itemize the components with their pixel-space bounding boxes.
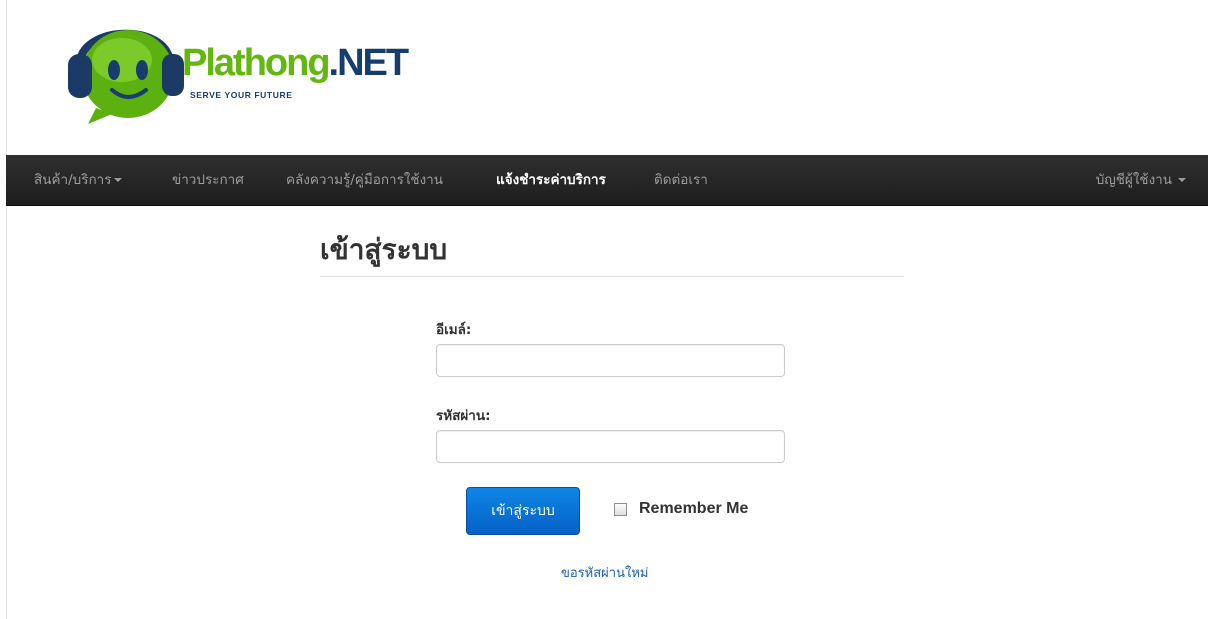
- nav-item-label: บัญชีผู้ใช้งาน: [1095, 172, 1172, 188]
- remember-me-label[interactable]: Remember Me: [639, 500, 748, 518]
- logo-wordmark: Plathong.NET: [182, 42, 410, 84]
- logo-tagline: SERVE YOUR FUTURE: [190, 90, 293, 100]
- caret-down-icon: [1178, 178, 1186, 182]
- password-field[interactable]: [436, 430, 785, 463]
- email-field[interactable]: [436, 344, 785, 377]
- login-button[interactable]: เข้าสู่ระบบ: [466, 487, 580, 535]
- main-navbar: สินค้า/บริการ ข่าวประกาศ คลังความรู้/คู่…: [6, 155, 1208, 206]
- mascot-logo-icon: [68, 29, 184, 124]
- nav-item-label: ติดต่อเรา: [654, 172, 708, 188]
- email-label: อีเมล์:: [436, 322, 472, 338]
- nav-item-knowledge-base[interactable]: คลังความรู้/คู่มือการใช้งาน: [286, 155, 443, 205]
- forgot-password-link[interactable]: ขอรหัสผ่านใหม่: [561, 562, 648, 583]
- nav-item-contact[interactable]: ติดต่อเรา: [654, 155, 708, 205]
- page-border: [6, 0, 7, 619]
- caret-down-icon: [114, 178, 123, 182]
- remember-me-checkbox[interactable]: [614, 503, 627, 516]
- site-logo[interactable]: Plathong.NET SERVE YOUR FUTURE: [66, 16, 416, 126]
- nav-item-account[interactable]: บัญชีผู้ใช้งาน: [1096, 155, 1186, 205]
- logo-name-part2: .NET: [328, 42, 410, 84]
- page-title: เข้าสู่ระบบ: [320, 233, 448, 266]
- title-divider: [320, 276, 904, 277]
- nav-item-label: ข่าวประกาศ: [172, 172, 244, 188]
- logo-name-part1: Plathong: [182, 42, 331, 84]
- nav-item-label: สินค้า/บริการ: [34, 172, 112, 188]
- nav-item-payment[interactable]: แจ้งชำระค่าบริการ: [496, 155, 606, 205]
- nav-item-label: แจ้งชำระค่าบริการ: [496, 172, 606, 188]
- nav-item-news[interactable]: ข่าวประกาศ: [172, 155, 244, 205]
- nav-item-products[interactable]: สินค้า/บริการ: [34, 155, 123, 205]
- password-label: รหัสผ่าน:: [436, 408, 491, 424]
- nav-item-label: คลังความรู้/คู่มือการใช้งาน: [286, 172, 443, 188]
